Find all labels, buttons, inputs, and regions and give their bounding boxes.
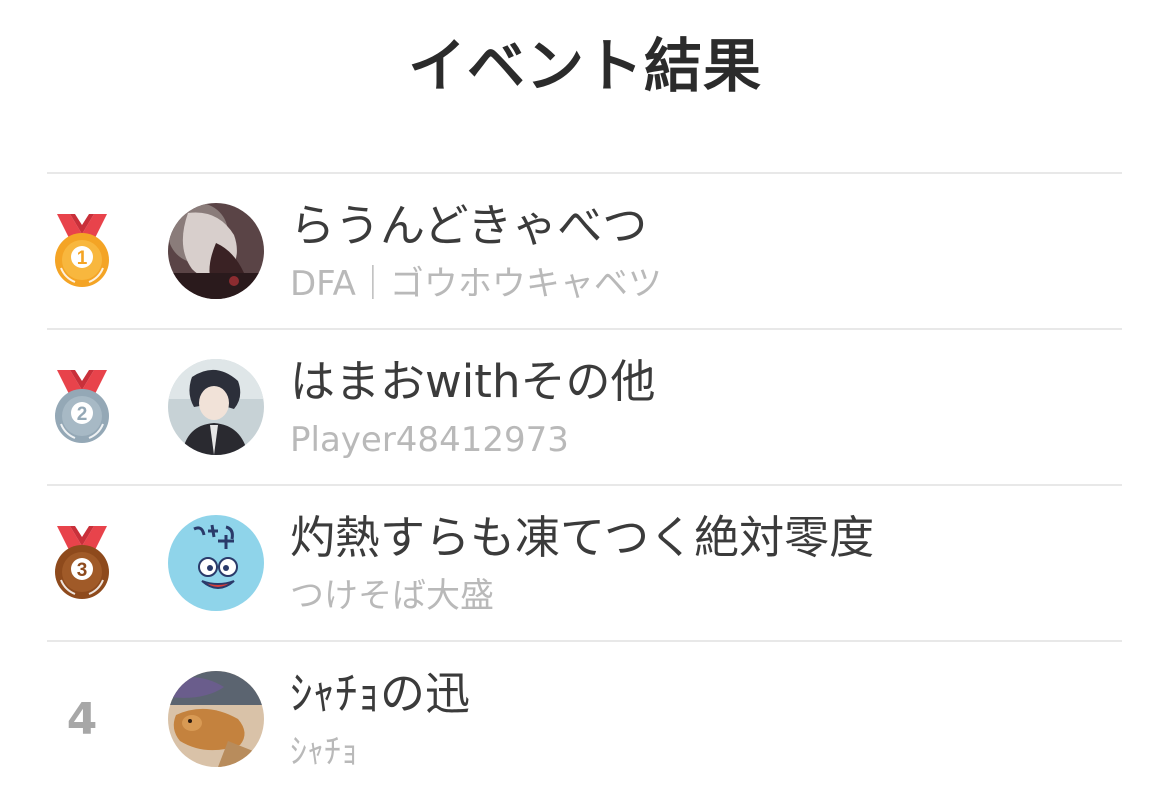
player-name: ｼｬﾁｮの迅: [290, 667, 471, 720]
team-name: DFA｜ゴウホウキャベツ: [290, 264, 662, 304]
result-row-2[interactable]: 2 はまおwithその他 Player48412973: [47, 328, 1122, 484]
results-list: 1 らうんどきゃべつ DFA｜ゴウホウキャベツ 2 はまおwithその他 Pla…: [47, 172, 1122, 796]
result-row-1[interactable]: 1 らうんどきゃべつ DFA｜ゴウホウキャベツ: [47, 172, 1122, 328]
team-name: つけそば大盛: [290, 576, 494, 616]
medal-rank-number: 3: [77, 560, 88, 581]
rank-position: 4: [47, 680, 117, 760]
player-name: はまおwithその他: [290, 355, 656, 408]
silver-medal-icon: 2: [47, 368, 117, 448]
medal-rank-number: 2: [77, 404, 88, 425]
team-name: Player48412973: [290, 420, 569, 460]
bronze-medal-icon: 3: [47, 524, 117, 604]
avatar[interactable]: [168, 359, 264, 455]
player-name: 灼熱すらも凍てつく絶対零度: [290, 511, 875, 564]
page-title: イベント結果: [407, 32, 762, 100]
avatar[interactable]: [168, 203, 264, 299]
player-name: らうんどきゃべつ: [290, 199, 648, 252]
result-row-4[interactable]: 4 ｼｬﾁｮの迅 ｼｬﾁｮ: [47, 640, 1122, 796]
avatar[interactable]: [168, 515, 264, 611]
medal-rank-number: 1: [77, 248, 88, 269]
gold-medal-icon: 1: [47, 212, 117, 292]
avatar[interactable]: [168, 671, 264, 767]
rank-number: 4: [66, 694, 98, 745]
team-name: ｼｬﾁｮ: [290, 732, 358, 772]
result-row-3[interactable]: 3 灼熱すらも凍てつく絶対零度 つけそば大盛: [47, 484, 1122, 640]
